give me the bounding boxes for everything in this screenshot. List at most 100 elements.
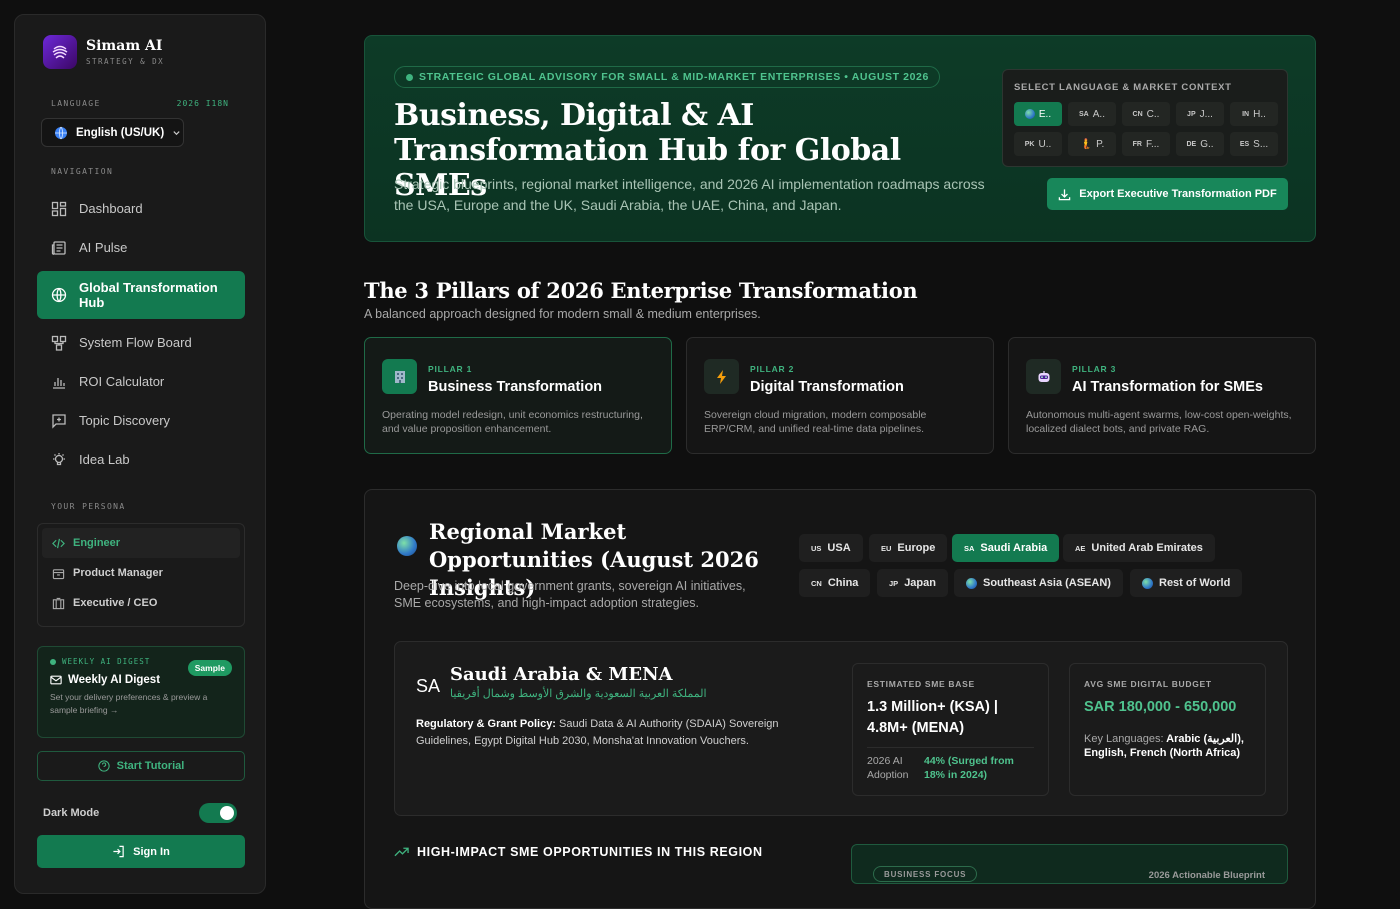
sidebar-item-label: ROI Calculator — [79, 374, 165, 389]
box-icon — [52, 568, 65, 579]
context-option-arabic[interactable]: SA A.. — [1068, 102, 1116, 126]
context-option-japanese[interactable]: JP J... — [1176, 102, 1224, 126]
context-option-chinese[interactable]: CN C.. — [1122, 102, 1170, 126]
globe-icon — [51, 287, 67, 303]
country-code: IN — [1242, 110, 1250, 118]
dark-mode-label: Dark Mode — [43, 807, 100, 819]
sidebar-item-roi-calculator[interactable]: ROI Calculator — [37, 362, 245, 401]
language-selected-label: English (US/UK) — [76, 126, 165, 139]
sign-in-button[interactable]: Sign In — [37, 835, 245, 868]
robot-icon — [1026, 359, 1061, 394]
languages-label: Key Languages: — [1084, 733, 1164, 745]
pillar-card-ai[interactable]: PILLAR 3 AI Transformation for SMEs Auto… — [1008, 337, 1316, 454]
region-chip-uae[interactable]: AE United Arab Emirates — [1063, 534, 1215, 562]
country-code: SA — [1079, 110, 1089, 118]
stat-value: SAR 180,000 - 650,000 — [1084, 699, 1237, 715]
status-dot-icon — [50, 658, 56, 665]
context-option-french[interactable]: FR F... — [1122, 132, 1170, 156]
sidebar-item-label: Topic Discovery — [79, 413, 171, 428]
stat-card-digital-budget: AVG SME DIGITAL BUDGET SAR 180,000 - 650… — [1069, 663, 1266, 796]
region-chip-label: Rest of World — [1159, 577, 1231, 589]
sidebar-item-ai-pulse[interactable]: AI Pulse — [37, 228, 245, 267]
start-tutorial-button[interactable]: Start Tutorial — [37, 751, 245, 781]
pillar-card-digital[interactable]: PILLAR 2 Digital Transformation Sovereig… — [686, 337, 994, 454]
context-option-english[interactable]: E.. — [1014, 102, 1062, 126]
persona-item-engineer[interactable]: Engineer — [42, 528, 240, 558]
brand-logo-icon — [43, 35, 77, 69]
pillar-title: AI Transformation for SMEs — [1072, 379, 1263, 395]
chevron-down-icon — [173, 131, 180, 136]
context-option-spanish[interactable]: ES S... — [1230, 132, 1278, 156]
region-detail-title: Saudi Arabia & MENA — [450, 664, 673, 685]
region-chip-usa[interactable]: US USA — [799, 534, 863, 562]
country-code: CN — [811, 578, 822, 588]
policy-label: Regulatory & Grant Policy: — [416, 718, 556, 730]
globe-icon — [1024, 109, 1035, 119]
persona-item-product-manager[interactable]: Product Manager — [42, 558, 240, 588]
hero-subtitle: Strategic blueprints, regional market in… — [394, 176, 985, 213]
region-chip-saudi-arabia[interactable]: SA Saudi Arabia — [952, 534, 1060, 562]
adoption-label: 2026 AI Adoption — [867, 755, 909, 781]
divider — [867, 747, 1034, 748]
plus-square-icon — [52, 413, 66, 429]
context-option-hindi[interactable]: IN H.. — [1230, 102, 1278, 126]
region-chip-label: Southeast Asia (ASEAN) — [983, 577, 1111, 589]
weekly-digest-card[interactable]: WEEKLY AI DIGEST Sample Weekly AI Digest… — [37, 646, 245, 738]
mail-icon — [50, 675, 62, 685]
language-select[interactable]: English (US/UK) — [41, 118, 184, 147]
sidebar-item-dashboard[interactable]: Dashboard — [37, 189, 245, 228]
i18n-badge: 2026 I18N — [176, 99, 229, 108]
code-icon — [52, 538, 65, 548]
globe-icon — [966, 577, 977, 589]
digest-title-label: Weekly AI Digest — [68, 674, 161, 686]
pillars-title: The 3 Pillars of 2026 Enterprise Transfo… — [364, 278, 918, 303]
navigation-section-label: NAVIGATION — [51, 167, 114, 176]
context-option-label: H.. — [1253, 108, 1266, 120]
brand[interactable]: Simam AI STRATEGY & DX — [43, 35, 164, 69]
persona-section-label: YOUR PERSONA — [51, 502, 126, 511]
region-chip-japan[interactable]: JP Japan — [877, 569, 948, 597]
opportunities-heading: HIGH-IMPACT SME OPPORTUNITIES IN THIS RE… — [394, 845, 763, 859]
sidebar-item-idea-lab[interactable]: Idea Lab — [37, 440, 245, 479]
context-grid: E.. SA A.. CN C.. JP J... IN H.. PK U.. 🧜 P. F… — [1014, 102, 1278, 156]
brand-name: Simam AI — [86, 38, 163, 54]
export-pdf-button[interactable]: Export Executive Transformation PDF — [1047, 178, 1288, 210]
context-option-label: F... — [1146, 138, 1160, 150]
hero-banner: STRATEGIC GLOBAL ADVISORY FOR SMALL & MI… — [364, 35, 1316, 242]
region-chip-asean[interactable]: Southeast Asia (ASEAN) — [954, 569, 1123, 597]
context-option-p[interactable]: 🧜 P. — [1068, 132, 1116, 156]
context-option-urdu[interactable]: PK U.. — [1014, 132, 1062, 156]
country-code: SA — [964, 543, 975, 553]
export-pdf-label: Export Executive Transformation PDF — [1079, 188, 1277, 200]
persona-item-executive[interactable]: Executive / CEO — [42, 588, 240, 618]
stat-value: 1.3 Million+ (KSA) | 4.8M+ (MENA) — [867, 699, 998, 736]
sidebar-nav: Dashboard AI Pulse Global Transformation… — [37, 189, 245, 479]
globe-icon — [1142, 577, 1153, 589]
pillar-title: Digital Transformation — [750, 379, 904, 395]
pillar-card-business[interactable]: PILLAR 1 Business Transformation Operati… — [364, 337, 672, 454]
context-option-german[interactable]: DE G.. — [1176, 132, 1224, 156]
country-code: DE — [1186, 140, 1197, 148]
region-chip-label: Europe — [897, 542, 936, 554]
dark-mode-toggle[interactable] — [199, 803, 237, 823]
pillar-description: Sovereign cloud migration, modern compos… — [704, 409, 927, 435]
pillar-number: PILLAR 2 — [750, 364, 795, 374]
sample-badge: Sample — [187, 660, 232, 676]
region-policy: Regulatory & Grant Policy: Saudi Data & … — [416, 716, 836, 750]
context-option-label: J... — [1199, 108, 1213, 120]
pillar-description: Autonomous multi-agent swarms, low-cost … — [1026, 409, 1292, 435]
language-section-label: LANGUAGE — [51, 99, 101, 108]
persona-label: Executive / CEO — [73, 597, 158, 609]
sidebar-item-global-transformation-hub[interactable]: Global Transformation Hub — [37, 271, 245, 319]
start-tutorial-label: Start Tutorial — [116, 760, 185, 772]
region-chip-europe[interactable]: EU Europe — [869, 534, 948, 562]
sidebar-item-system-flow-board[interactable]: System Flow Board — [37, 323, 245, 362]
persona-label: Engineer — [73, 537, 121, 549]
country-code: JP — [1187, 110, 1196, 118]
region-chip-china[interactable]: CN China — [799, 569, 871, 597]
sidebar-item-topic-discovery[interactable]: Topic Discovery — [37, 401, 245, 440]
blueprint-card: BUSINESS FOCUS 2026 Actionable Blueprint — [851, 844, 1288, 884]
region-detail-card: SA Saudi Arabia & MENA المملكة العربية ا… — [394, 641, 1288, 816]
region-chip-rest-of-world[interactable]: Rest of World — [1130, 569, 1243, 597]
context-option-label: A.. — [1092, 108, 1105, 120]
